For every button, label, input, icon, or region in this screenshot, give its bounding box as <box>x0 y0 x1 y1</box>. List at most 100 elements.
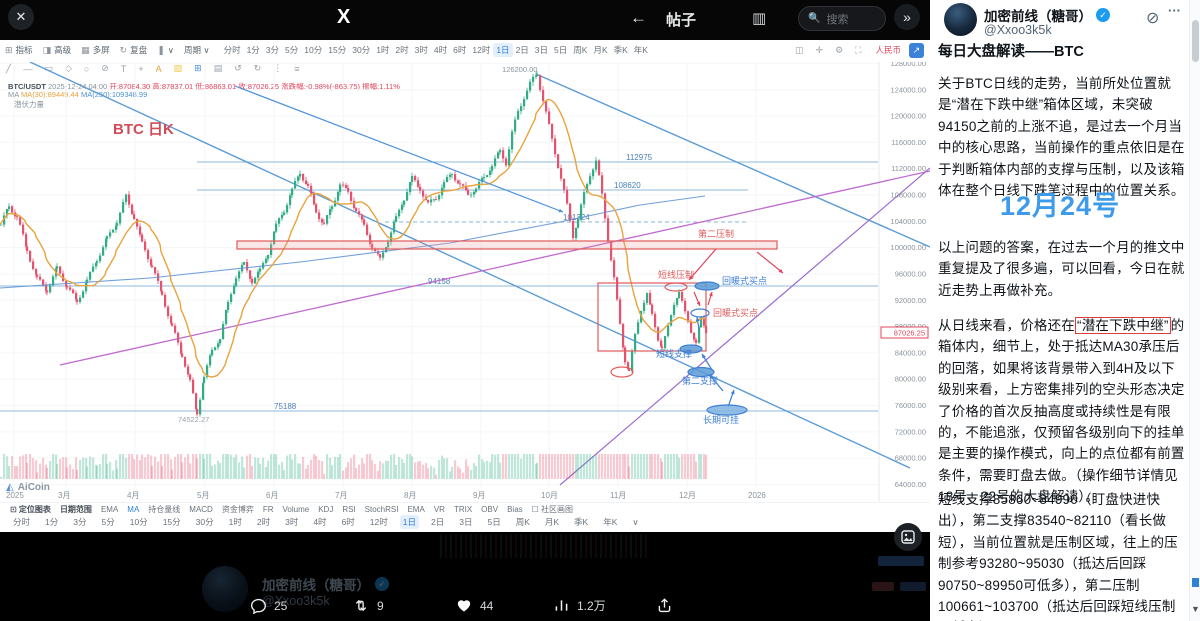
bottom-timeframe-15分[interactable]: 15分 <box>160 515 184 529</box>
candle <box>486 174 489 178</box>
indicator-MACD[interactable]: MACD <box>189 505 213 514</box>
bottom-timeframe-2时[interactable]: 2时 <box>254 515 273 529</box>
timeframe-more[interactable]: ∨ <box>629 516 641 529</box>
bottom-timeframe-12时[interactable]: 12时 <box>367 515 391 529</box>
layout-grid-icon[interactable]: ▥ <box>752 9 766 27</box>
timeframe-5日[interactable]: 5日 <box>551 43 570 57</box>
timeframe-3日[interactable]: 3日 <box>532 43 551 57</box>
indicator-FR[interactable]: FR <box>263 505 274 514</box>
price-axis-label: 68000.00 <box>895 454 926 463</box>
candle <box>345 185 348 189</box>
bottom-timeframe-10分[interactable]: 10分 <box>127 515 151 529</box>
timeframe-分时[interactable]: 分时 <box>221 43 244 57</box>
like-button[interactable]: 44 <box>455 597 493 614</box>
timeframe-4时[interactable]: 4时 <box>431 43 450 57</box>
bottom-timeframe-1分[interactable]: 1分 <box>42 515 61 529</box>
indicator-资金博弈[interactable]: 资金博弈 <box>222 504 254 515</box>
indicator-持仓量线[interactable]: 持仓量线 <box>148 504 180 515</box>
bottom-timeframe-分时[interactable]: 分时 <box>10 515 33 529</box>
reply-button[interactable]: 25 <box>250 597 287 614</box>
volume-bar <box>144 457 147 479</box>
timeframe-年K[interactable]: 年K <box>631 43 651 57</box>
currency-badge[interactable]: 人民币 <box>875 44 901 56</box>
timeframe-15分[interactable]: 15分 <box>325 43 349 57</box>
toolbar-button-周期 ∨[interactable]: 周期 ∨ <box>179 44 215 56</box>
bottom-timeframe-3时[interactable]: 3时 <box>282 515 301 529</box>
chart-tool-icon[interactable]: ✛ <box>810 45 830 56</box>
timeframe-季K[interactable]: 季K <box>611 43 631 57</box>
timeframe-1分[interactable]: 1分 <box>244 43 263 57</box>
bottom-timeframe-周K[interactable]: 周K <box>513 515 533 529</box>
toolbar-button-复盘[interactable]: ↻ 复盘 <box>115 44 153 56</box>
timeframe-周K[interactable]: 周K <box>570 43 590 57</box>
bottom-timeframe-3日[interactable]: 3日 <box>456 515 475 529</box>
bottom-button-日期范围[interactable]: 日期范围 <box>60 504 92 515</box>
candle <box>695 339 698 343</box>
timeframe-2时[interactable]: 2时 <box>392 43 411 57</box>
indicator-OBV[interactable]: OBV <box>481 505 498 514</box>
timeframe-1时[interactable]: 1时 <box>373 43 392 57</box>
search-input[interactable]: 🔍 搜索 <box>798 6 886 31</box>
candle <box>508 149 511 166</box>
bottom-timeframe-月K[interactable]: 月K <box>542 515 562 529</box>
bottom-timeframe-年K[interactable]: 年K <box>600 515 620 529</box>
back-arrow-icon[interactable]: ← <box>630 8 647 28</box>
timeframe-1日[interactable]: 1日 <box>493 43 513 57</box>
toolbar-button-∨[interactable]: ❚ ∨ <box>152 44 179 56</box>
timeframe-12时[interactable]: 12时 <box>469 43 493 57</box>
bottom-timeframe-1时[interactable]: 1时 <box>226 515 245 529</box>
media-expand-button[interactable] <box>894 523 922 551</box>
toolbar-button-高级[interactable]: ◨ 高级 <box>38 44 77 56</box>
bottom-button-定位图表[interactable]: ⊡ 定位图表 <box>10 504 51 515</box>
timeframe-3分[interactable]: 3分 <box>263 43 282 57</box>
indicator-VR[interactable]: VR <box>434 505 445 514</box>
bottom-timeframe-3分[interactable]: 3分 <box>70 515 89 529</box>
indicator-StochRSI[interactable]: StochRSI <box>365 505 399 514</box>
panel-toggle-button[interactable]: ↗ <box>909 42 924 58</box>
indicator-MA[interactable]: MA <box>127 505 139 514</box>
repost-button[interactable]: 9 <box>352 597 384 614</box>
timeframe-6时[interactable]: 6时 <box>450 43 469 57</box>
toolbar-button-多屏[interactable]: ▦ 多屏 <box>76 44 115 56</box>
community-draw-checkbox[interactable]: ☐ 社区画图 <box>532 504 573 515</box>
indicator-Volume[interactable]: Volume <box>283 505 310 514</box>
candle <box>502 150 505 159</box>
avatar[interactable] <box>944 3 977 36</box>
scrollbar[interactable]: ▼ <box>1189 0 1200 621</box>
bottom-timeframe-5日[interactable]: 5日 <box>484 515 503 529</box>
indicator-RSI[interactable]: RSI <box>342 505 355 514</box>
bottom-timeframe-5分[interactable]: 5分 <box>98 515 117 529</box>
scrollbar-thumb[interactable] <box>1192 20 1199 62</box>
toolbar-button-指标[interactable]: ⊞ 指标 <box>0 44 38 56</box>
more-menu-icon[interactable]: ··· <box>1168 3 1181 18</box>
chart-tool-icon[interactable]: ⛶ <box>849 45 867 56</box>
price-axis-label: 64000.00 <box>895 480 926 489</box>
bottom-timeframe-30分[interactable]: 30分 <box>193 515 217 529</box>
indicator-TRIX[interactable]: TRIX <box>454 505 472 514</box>
timeframe-2日[interactable]: 2日 <box>513 43 532 57</box>
timeframe-月K[interactable]: 月K <box>590 43 610 57</box>
bottom-timeframe-4时[interactable]: 4时 <box>310 515 329 529</box>
bottom-timeframe-1日[interactable]: 1日 <box>399 515 419 529</box>
timeframe-5分[interactable]: 5分 <box>282 43 301 57</box>
indicator-EMA[interactable]: EMA <box>407 505 424 514</box>
grok-icon[interactable]: ⊘ <box>1146 8 1159 28</box>
bottom-timeframe-2日[interactable]: 2日 <box>428 515 447 529</box>
volume-bar <box>366 454 369 479</box>
timeframe-10分[interactable]: 10分 <box>301 43 325 57</box>
close-button[interactable]: ✕ <box>8 4 34 30</box>
views-button[interactable]: 1.2万 <box>553 597 606 614</box>
chart-tool-icon[interactable]: ◫ <box>789 45 810 56</box>
timeframe-3时[interactable]: 3时 <box>412 43 431 57</box>
indicator-EMA[interactable]: EMA <box>101 505 118 514</box>
indicator-Bias[interactable]: Bias <box>507 505 523 514</box>
collapse-panel-button[interactable]: » <box>894 4 920 30</box>
chart-tool-icon[interactable]: ⚙ <box>829 45 849 56</box>
scrollbar-down-arrow[interactable]: ▼ <box>1191 604 1200 614</box>
bottom-timeframe-6时[interactable]: 6时 <box>339 515 358 529</box>
bottom-timeframe-季K[interactable]: 季K <box>571 515 591 529</box>
user-name[interactable]: 加密前线（糖哥） ✓ <box>984 5 1110 25</box>
share-button[interactable] <box>656 597 673 614</box>
timeframe-30分[interactable]: 30分 <box>349 43 373 57</box>
indicator-KDJ[interactable]: KDJ <box>318 505 333 514</box>
